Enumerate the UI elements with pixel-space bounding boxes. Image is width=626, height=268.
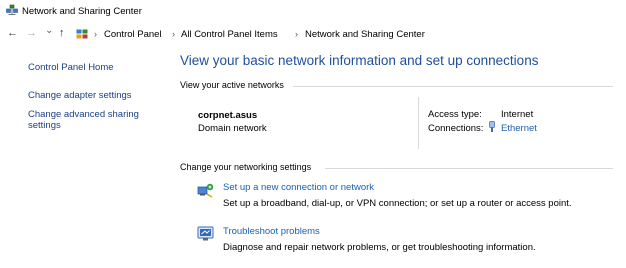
sidebar-item-control-panel-home[interactable]: Control Panel Home — [28, 62, 114, 73]
network-divider — [418, 97, 419, 149]
connections-label: Connections: — [428, 123, 484, 134]
network-name: corpnet.asus — [198, 110, 258, 121]
change-settings-header: Change your networking settings — [180, 162, 312, 172]
troubleshoot-problems-description: Diagnose and repair network problems, or… — [223, 242, 536, 253]
network-category: Domain network — [198, 123, 267, 134]
breadcrumb-network-sharing[interactable]: Network and Sharing Center — [305, 29, 425, 40]
troubleshoot-problems-link[interactable]: Troubleshoot problems — [223, 226, 320, 237]
sidebar-item-change-advanced-sharing[interactable]: Change advanced sharing settings — [28, 109, 139, 131]
back-icon[interactable]: ← — [7, 27, 18, 39]
new-connection-icon — [197, 182, 215, 199]
network-sharing-icon — [6, 4, 18, 16]
section-divider — [293, 86, 613, 87]
breadcrumb-all-items[interactable]: All Control Panel Items — [181, 29, 278, 40]
access-type-value: Internet — [501, 109, 534, 120]
breadcrumb-separator: › — [172, 29, 175, 39]
ethernet-connection-link[interactable]: Ethernet — [501, 123, 537, 134]
setup-connection-description: Set up a broadband, dial-up, or VPN conn… — [223, 198, 572, 209]
setup-connection-link[interactable]: Set up a new connection or network — [223, 182, 374, 193]
section-divider — [325, 168, 613, 169]
ethernet-icon — [488, 121, 496, 133]
recent-locations-icon[interactable]: ⌄ — [45, 25, 53, 37]
breadcrumb-separator: › — [295, 29, 298, 39]
up-icon[interactable]: ↑ — [59, 27, 65, 39]
control-panel-icon — [76, 28, 88, 40]
breadcrumb-separator: › — [94, 29, 97, 39]
access-type-label: Access type: — [428, 109, 482, 120]
sidebar-item-label: settings — [28, 120, 61, 131]
page-title: View your basic network information and … — [180, 53, 539, 68]
sidebar-item-label: Change advanced sharing — [28, 109, 139, 120]
window-title: Network and Sharing Center — [22, 6, 142, 17]
breadcrumb-control-panel[interactable]: Control Panel — [104, 29, 162, 40]
sidebar-item-change-adapter-settings[interactable]: Change adapter settings — [28, 90, 132, 101]
troubleshoot-icon — [197, 226, 215, 242]
active-networks-header: View your active networks — [180, 80, 284, 90]
forward-icon[interactable]: → — [26, 27, 37, 39]
